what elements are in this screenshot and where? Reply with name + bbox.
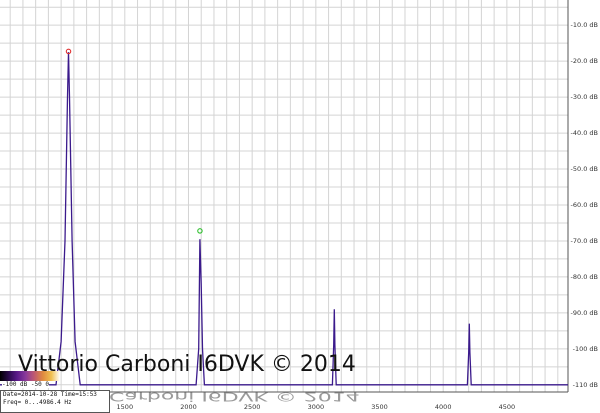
- y-tick-label: -100 dB: [573, 345, 598, 353]
- y-tick-label: -10.0 dB: [571, 21, 598, 29]
- info-box: Date=2014-10-28 Time=15:53 Freq= 0...498…: [0, 390, 110, 413]
- y-tick-label: -70.0 dB: [571, 237, 598, 245]
- info-frequency-range: Freq= 0...4986.4 Hz: [3, 399, 72, 406]
- colorbar: [0, 371, 60, 381]
- spectrum-line: [0, 52, 568, 386]
- colorbar-label: -100 dB -50 0: [2, 381, 49, 388]
- x-tick-label: 3500: [371, 403, 388, 411]
- y-tick-label: -90.0 dB: [571, 309, 598, 317]
- y-tick-label: -40.0 dB: [571, 129, 598, 137]
- y-tick-label: -80.0 dB: [571, 273, 598, 281]
- x-tick-label: 1500: [117, 403, 134, 411]
- y-tick-labels: -10.0 dB -20.0 dB -30.0 dB -40.0 dB -50.0 dB…: [571, 21, 598, 389]
- y-tick-label: -110 dB: [573, 381, 598, 389]
- spectrum-plot: 10001500200025003000350040004500 -10.0 d…: [0, 0, 598, 411]
- info-date-time: Date=2014-10-28 Time=15:53: [3, 391, 97, 398]
- watermark-text: Vittorio Carboni I6DVK © 2014: [18, 352, 356, 377]
- spectrum-series: [0, 52, 568, 386]
- colorbar-gradient: [0, 371, 60, 381]
- x-tick-label: 2500: [244, 403, 261, 411]
- y-tick-label: -30.0 dB: [571, 93, 598, 101]
- x-tick-labels: 10001500200025003000350040004500: [53, 403, 515, 411]
- y-tick-label: -50.0 dB: [571, 165, 598, 173]
- x-tick-label: 4500: [499, 403, 516, 411]
- y-tick-label: -20.0 dB: [571, 57, 598, 65]
- x-tick-label: 2000: [180, 403, 197, 411]
- y-tick-label: -60.0 dB: [571, 201, 598, 209]
- x-tick-label: 4000: [435, 403, 452, 411]
- x-tick-label: 3000: [308, 403, 325, 411]
- plot-grid: [0, 0, 569, 393]
